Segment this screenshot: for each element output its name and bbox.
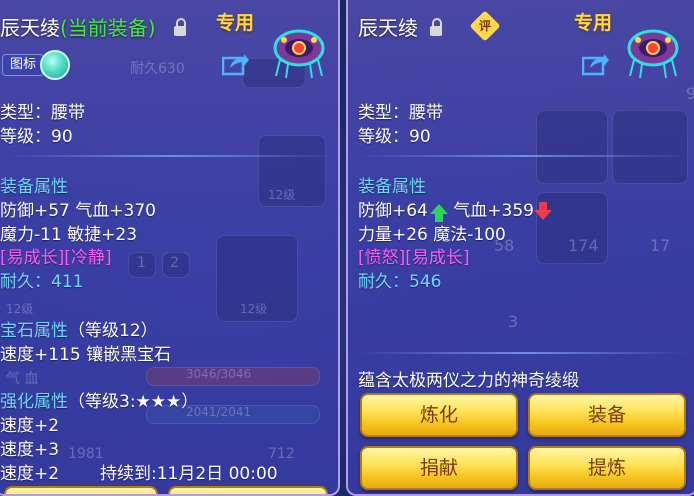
equip-attr-header: 装备属性 bbox=[358, 177, 426, 197]
item-title: 辰天绫(当前装备) bbox=[0, 12, 156, 41]
divider bbox=[358, 155, 688, 157]
exclusive-label: 专用 bbox=[574, 12, 613, 34]
item-type: 类型：腰带 bbox=[0, 103, 85, 123]
ghost-slot bbox=[612, 110, 688, 184]
ghost-durability: 耐久630 bbox=[130, 61, 185, 77]
ghost-level: 12级 bbox=[6, 302, 34, 316]
share-icon[interactable] bbox=[582, 52, 610, 76]
evaluate-badge[interactable]: 评 bbox=[469, 10, 501, 42]
refine-button[interactable]: 炼化 bbox=[360, 393, 518, 437]
item-description: 蕴含太极两仪之力的神奇绫缎 bbox=[358, 371, 579, 391]
durability-label: 耐久： bbox=[358, 272, 409, 292]
partial-button[interactable] bbox=[168, 486, 328, 494]
enhance-line: 速度+3 bbox=[0, 440, 60, 460]
exclusive-label: 专用 bbox=[216, 12, 255, 34]
item-title: 辰天绫 bbox=[358, 16, 418, 40]
enhance-header: 强化属性 bbox=[0, 392, 68, 412]
item-level: 等级：90 bbox=[358, 127, 431, 147]
ghost-num: 174 bbox=[568, 236, 599, 255]
attr-line: 防御+57 气血+370 bbox=[0, 201, 156, 221]
equip-attr-header: 装备属性 bbox=[0, 177, 68, 197]
enhance-attr: 强化属性（等级3:★★★） bbox=[0, 387, 198, 412]
donate-button[interactable]: 捐献 bbox=[360, 446, 518, 490]
equip-button[interactable]: 装备 bbox=[528, 393, 686, 437]
gem-attr: 宝石属性（等级12） bbox=[0, 316, 158, 341]
enhance-line: 速度+2 bbox=[0, 416, 60, 436]
extract-button[interactable]: 提炼 bbox=[528, 446, 686, 490]
durability-value: 411 bbox=[51, 272, 84, 292]
ghost-level: 12级 bbox=[240, 302, 268, 316]
enhance-line: 速度+2 bbox=[0, 464, 60, 484]
ghost-num: 17 bbox=[650, 236, 671, 255]
ghost-num: 3 bbox=[508, 312, 519, 331]
durability: 耐久：411 bbox=[0, 267, 83, 292]
evaluate-badge-label: 评 bbox=[478, 19, 491, 33]
enhance-duration: 持续到:11月2日 00:00 bbox=[100, 464, 278, 484]
gem-line: 速度+115 镶嵌黑宝石 bbox=[0, 345, 172, 365]
belt-item-icon bbox=[627, 29, 679, 79]
belt-item-icon bbox=[273, 29, 325, 79]
attr-line: 防御+64 气血+359 bbox=[358, 196, 552, 222]
arrow-up-icon bbox=[429, 204, 448, 222]
ghost-num: 1 bbox=[137, 255, 146, 271]
arrow-down-icon bbox=[534, 202, 552, 220]
toggle-switch[interactable] bbox=[40, 50, 70, 80]
share-icon[interactable] bbox=[222, 52, 250, 76]
lock-icon[interactable] bbox=[174, 18, 186, 36]
current-equipment-tooltip: 耐久630 12级 12级 12级 1 2 3046/3046 气 血 2041… bbox=[0, 0, 340, 496]
compare-equipment-tooltip: 174 17 58 3 9 辰天绫 评 专用 类型：腰带 等级：90 装备属性 … bbox=[346, 0, 694, 496]
divider bbox=[6, 155, 336, 157]
item-level: 等级：90 bbox=[0, 127, 73, 147]
attr-defense: 防御+64 bbox=[358, 201, 428, 221]
ghost-qi-label: 气 血 bbox=[6, 371, 39, 387]
enhance-level: （等级3:★★★） bbox=[68, 392, 199, 412]
ghost-num: 2 bbox=[170, 255, 179, 271]
partial-button[interactable] bbox=[4, 486, 158, 494]
ghost-level: 12级 bbox=[268, 188, 296, 202]
divider bbox=[358, 352, 688, 354]
durability: 耐久：546 bbox=[358, 267, 441, 292]
lock-icon[interactable] bbox=[430, 18, 442, 36]
gem-header: 宝石属性 bbox=[0, 321, 68, 341]
attr-line: 力量+26 魔法-100 bbox=[358, 225, 506, 245]
ghost-num: 1981 bbox=[68, 446, 104, 462]
special-traits: [愤怒][易成长] bbox=[358, 248, 470, 268]
ghost-num: 9 bbox=[686, 84, 694, 103]
durability-value: 546 bbox=[409, 272, 442, 292]
attr-hp: 气血+359 bbox=[453, 201, 534, 221]
attr-line: 魔力-11 敏捷+23 bbox=[0, 225, 138, 245]
ghost-slot bbox=[536, 110, 608, 184]
ghost-hp: 3046/3046 bbox=[186, 367, 252, 381]
gem-level: （等级12） bbox=[68, 321, 158, 341]
current-equipped-tag: (当前装备) bbox=[60, 16, 156, 40]
item-type: 类型：腰带 bbox=[358, 103, 443, 123]
special-traits: [易成长][冷静] bbox=[0, 248, 112, 268]
item-name: 辰天绫 bbox=[0, 16, 60, 40]
icon-toggle-label[interactable]: 图标 bbox=[2, 54, 44, 76]
durability-label: 耐久： bbox=[0, 272, 51, 292]
